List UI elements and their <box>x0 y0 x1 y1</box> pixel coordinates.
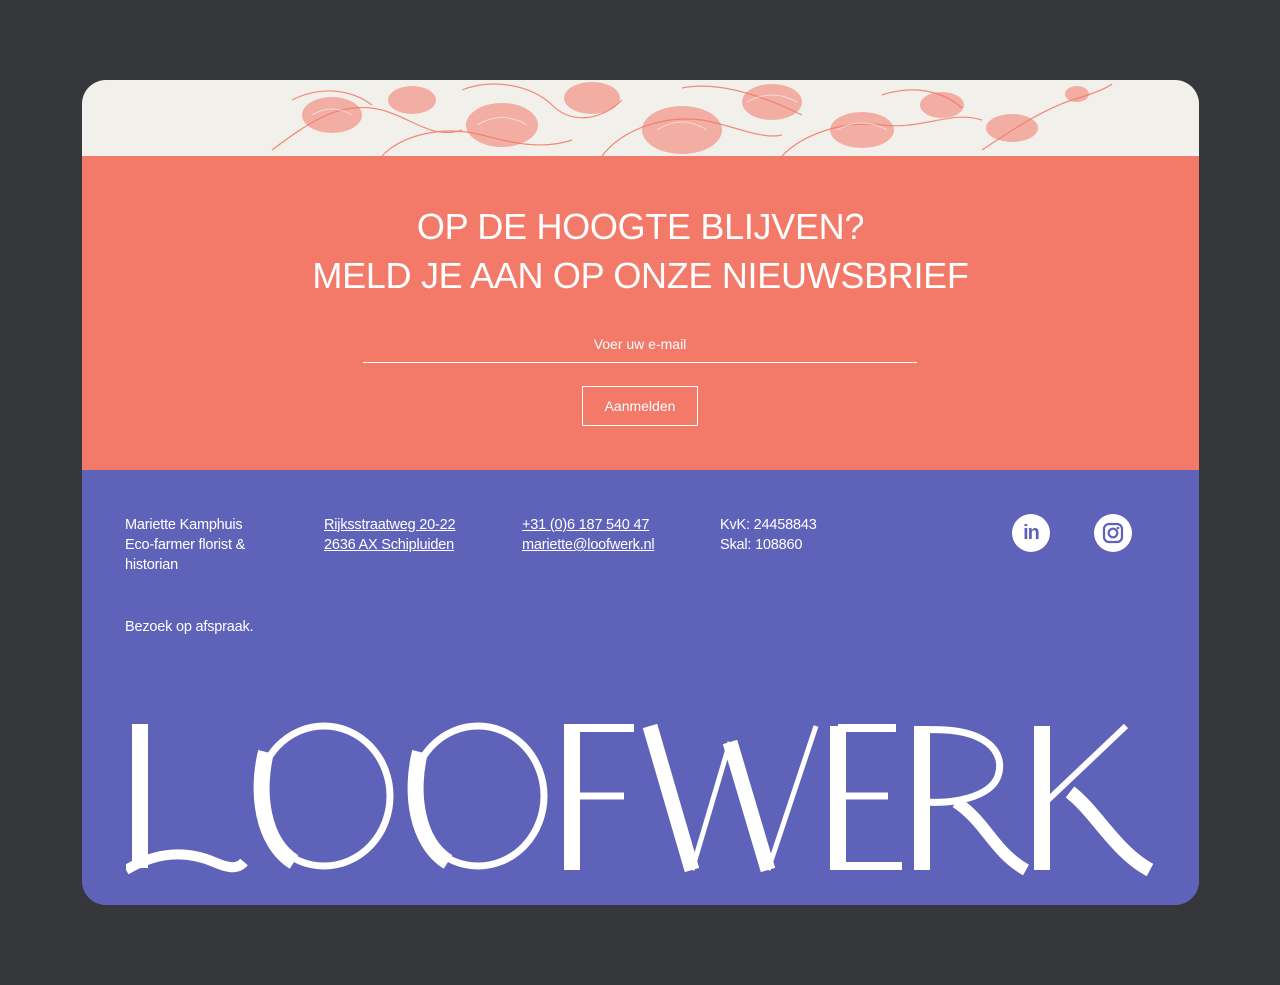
footer: Mariette Kamphuis Eco-farmer florist & h… <box>82 470 1199 905</box>
floral-banner-image <box>82 80 1199 156</box>
instagram-icon <box>1102 522 1124 544</box>
address-block: Rijksstraatweg 20-22 2636 AX Schipluiden <box>324 515 456 555</box>
newsletter-heading-line-1: OP DE HOOGTE BLIJVEN? <box>416 206 865 247</box>
linkedin-button[interactable]: in <box>1012 514 1050 552</box>
person-role-line-1: Eco-farmer florist & <box>125 537 246 553</box>
person-role-line-2: historian <box>125 557 179 573</box>
skal-number: Skal: 108860 <box>720 537 803 553</box>
address-link-line-2[interactable]: 2636 AX Schipluiden <box>324 535 455 555</box>
instagram-button[interactable] <box>1094 514 1132 552</box>
loofwerk-logo <box>126 722 1154 877</box>
registration-info: KvK: 24458843 Skal: 108860 <box>720 515 817 555</box>
visit-note: Bezoek op afspraak. <box>125 619 254 635</box>
linkedin-icon: in <box>1023 522 1040 544</box>
contact-person: Mariette Kamphuis Eco-farmer florist & h… <box>125 515 285 575</box>
phone-link[interactable]: +31 (0)6 187 540 47 <box>522 515 654 535</box>
person-name: Mariette Kamphuis <box>125 517 243 533</box>
floral-illustration <box>271 82 1113 156</box>
page-card: OP DE HOOGTE BLIJVEN? MELD JE AAN OP ONZ… <box>82 80 1199 905</box>
email-input[interactable] <box>363 326 917 363</box>
email-link[interactable]: mariette@loofwerk.nl <box>522 535 655 555</box>
contact-links: +31 (0)6 187 540 47 mariette@loofwerk.nl <box>522 515 655 555</box>
address-link-line-1[interactable]: Rijksstraatweg 20-22 <box>324 515 456 535</box>
newsletter-section: OP DE HOOGTE BLIJVEN? MELD JE AAN OP ONZ… <box>82 156 1199 470</box>
newsletter-heading-line-2: MELD JE AAN OP ONZE NIEUWSBRIEF <box>312 255 969 296</box>
kvk-number: KvK: 24458843 <box>720 517 817 533</box>
newsletter-heading: OP DE HOOGTE BLIJVEN? MELD JE AAN OP ONZ… <box>82 202 1199 300</box>
subscribe-button[interactable]: Aanmelden <box>582 386 698 426</box>
